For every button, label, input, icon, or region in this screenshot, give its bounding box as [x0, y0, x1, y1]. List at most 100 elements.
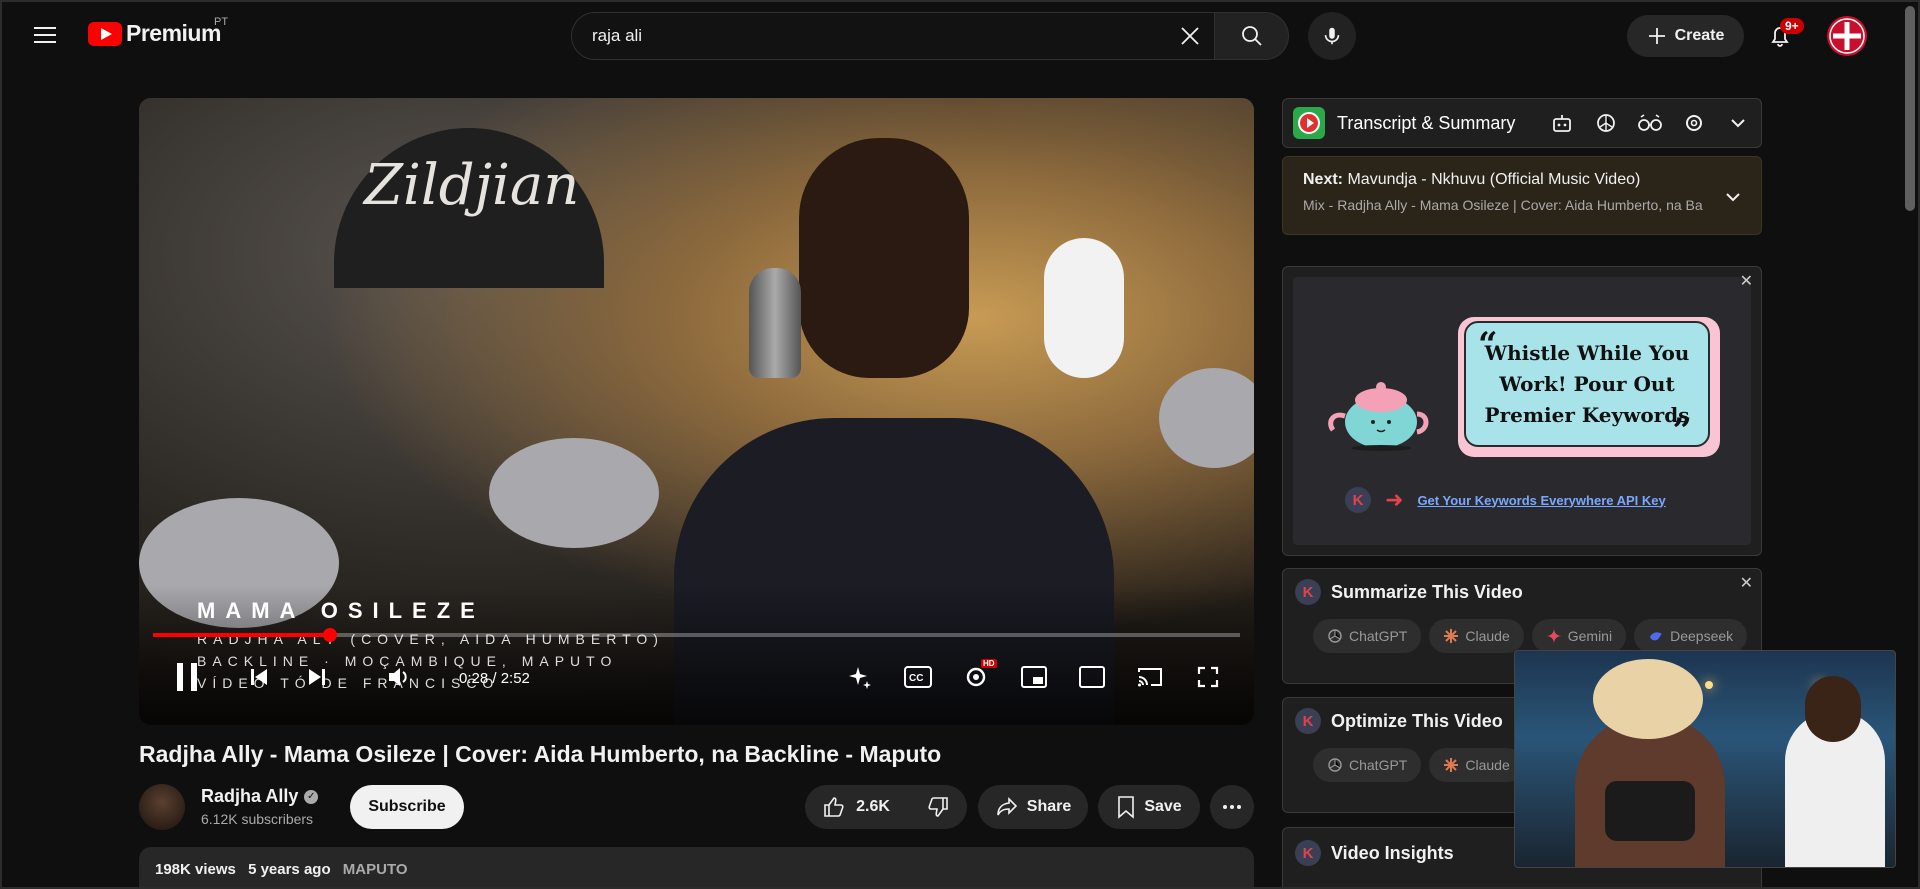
gemini-label: Gemini [1568, 628, 1612, 644]
previous-button[interactable] [239, 653, 279, 701]
transcript-title: Transcript & Summary [1337, 113, 1515, 134]
volume-button[interactable] [379, 653, 419, 701]
create-button[interactable]: Create [1627, 15, 1744, 57]
open-quote-icon: “ [1478, 325, 1498, 365]
ad-headline-card: “ Whistle While You Work! Pour Out Premi… [1458, 317, 1720, 457]
summarize-deepseek-chip[interactable]: Deepseek [1634, 619, 1747, 653]
deepseek-label: Deepseek [1670, 628, 1733, 644]
api-key-link[interactable]: Get Your Keywords Everywhere API Key [1417, 493, 1665, 508]
keywords-k-icon: K [1295, 840, 1321, 866]
summarize-chatgpt-chip[interactable]: ChatGPT [1313, 619, 1421, 653]
gemini-icon [1546, 628, 1562, 644]
location-tag[interactable]: MAPUTO [343, 861, 408, 878]
up-next-title: Next: Mavundja - Nkhuvu (Official Music … [1303, 171, 1741, 189]
page-scrollbar[interactable] [1905, 6, 1915, 211]
ad-content: “ Whistle While You Work! Pour Out Premi… [1293, 277, 1751, 545]
thumbs-down-icon [926, 795, 950, 819]
skip-previous-icon [247, 665, 271, 689]
save-button[interactable]: Save [1098, 785, 1200, 829]
voice-search-button[interactable] [1308, 12, 1356, 60]
account-avatar[interactable] [1827, 16, 1867, 56]
dislike-button[interactable] [908, 785, 968, 829]
clear-search-icon[interactable] [1166, 12, 1214, 60]
openai-icon [1327, 628, 1343, 644]
chatgpt-icon[interactable] [1593, 110, 1619, 136]
next-mix-title: Mix - Radjha Ally - Mama Osileze | Cover… [1303, 197, 1703, 213]
menu-icon[interactable] [30, 22, 60, 48]
plus-icon [1647, 26, 1667, 46]
like-button[interactable]: 2.6K [804, 785, 908, 829]
optimize-claude-chip[interactable]: Claude [1429, 748, 1523, 782]
subscribe-button[interactable]: Subscribe [350, 785, 464, 829]
more-actions-button[interactable] [1210, 785, 1254, 829]
top-bar: Premium PT Create 9+ [0, 0, 1920, 70]
summarize-gemini-chip[interactable]: Gemini [1532, 619, 1626, 653]
ai-sparkle-button[interactable] [839, 653, 881, 701]
pendant-light [1705, 681, 1713, 689]
like-dislike-group: 2.6K [805, 785, 967, 829]
up-next-card[interactable]: Next: Mavundja - Nkhuvu (Official Music … [1282, 156, 1762, 235]
next-video-title: Mavundja - Nkhuvu (Official Music Video) [1347, 171, 1640, 188]
share-button[interactable]: Share [978, 785, 1088, 829]
youtube-premium-logo[interactable]: Premium PT [88, 20, 221, 47]
settings-gear-icon[interactable] [1681, 110, 1707, 136]
pause-button[interactable] [163, 653, 211, 701]
captions-button[interactable]: CC [897, 653, 939, 701]
search-box [571, 12, 1215, 60]
share-icon [995, 795, 1019, 819]
description-box[interactable]: 198K views 5 years ago MAPUTO [139, 847, 1254, 889]
next-button[interactable] [297, 653, 337, 701]
summarize-header: K Summarize This Video [1295, 579, 1749, 605]
theater-mode-button[interactable] [1071, 653, 1113, 701]
openai-icon [1327, 757, 1343, 773]
progress-fill [153, 633, 330, 637]
thumbs-up-icon [822, 795, 846, 819]
claude-label: Claude [1465, 757, 1509, 773]
close-ad-icon[interactable]: ✕ [1740, 271, 1753, 291]
glasses-icon[interactable] [1637, 110, 1663, 136]
ad-footer: K ➜ Get Your Keywords Everywhere API Key [1345, 487, 1666, 513]
save-label: Save [1144, 798, 1181, 816]
transcript-summary-bar[interactable]: Transcript & Summary [1282, 98, 1762, 148]
summarize-title: Summarize This Video [1331, 582, 1523, 603]
optimize-chatgpt-chip[interactable]: ChatGPT [1313, 748, 1421, 782]
close-summarize-icon[interactable]: ✕ [1740, 573, 1753, 593]
cast-icon [1137, 666, 1163, 688]
bookmark-icon [1116, 795, 1136, 819]
logo-text: Premium [126, 20, 221, 47]
expand-chevron-icon[interactable] [1723, 187, 1743, 212]
chatgpt-label: ChatGPT [1349, 628, 1407, 644]
summarize-ai-options: ChatGPT Claude Gemini Deepseek [1313, 619, 1749, 653]
search-button[interactable] [1215, 12, 1289, 60]
chevron-down-icon[interactable] [1725, 110, 1751, 136]
pause-icon [172, 660, 202, 694]
sparkle-icon [847, 664, 873, 690]
keywords-ad-panel: “ Whistle While You Work! Pour Out Premi… [1282, 266, 1762, 556]
cast-button[interactable] [1129, 653, 1171, 701]
transcript-extension-logo [1293, 107, 1325, 139]
channel-name-link[interactable]: Radjha Ally✓ [201, 786, 318, 807]
video-player[interactable]: Zildjian MAMA OSILEZE RADJHA ALY (COVER,… [139, 98, 1254, 725]
ad-headline: Whistle While You Work! Pour Out Premier… [1477, 338, 1697, 431]
hover-preview-video[interactable] [1514, 650, 1896, 868]
search-icon [1240, 24, 1264, 48]
notifications-button[interactable]: 9+ [1760, 16, 1800, 56]
fullscreen-button[interactable] [1187, 653, 1229, 701]
verified-icon: ✓ [304, 790, 318, 804]
upload-age: 5 years ago [248, 861, 331, 878]
keywords-everywhere-logo: K [1345, 487, 1371, 513]
preview-woman-top [1605, 781, 1695, 841]
channel-avatar[interactable] [139, 784, 185, 830]
miniplayer-button[interactable] [1013, 653, 1055, 701]
theater-icon [1079, 666, 1105, 688]
progress-bar[interactable] [153, 633, 1240, 637]
settings-button[interactable]: HD [955, 653, 997, 701]
share-label: Share [1027, 798, 1071, 816]
robot-icon[interactable] [1549, 110, 1575, 136]
svg-text:CC: CC [909, 673, 923, 684]
search-input[interactable] [572, 13, 1166, 59]
microphone-icon [1321, 25, 1343, 47]
keywords-k-icon: K [1295, 708, 1321, 734]
optimize-title: Optimize This Video [1331, 711, 1503, 732]
summarize-claude-chip[interactable]: Claude [1429, 619, 1523, 653]
